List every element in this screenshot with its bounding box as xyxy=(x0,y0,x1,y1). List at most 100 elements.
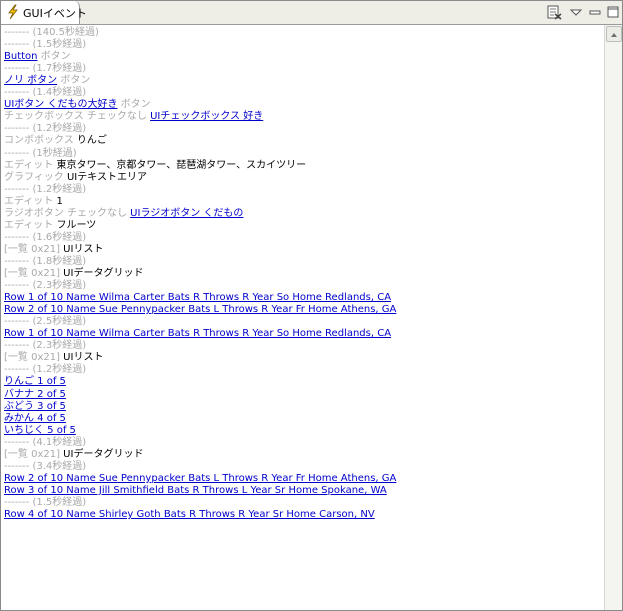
log-line: コンボボックス りんご xyxy=(4,135,107,147)
log-meta-text: エディット xyxy=(4,159,57,171)
log-line: ------- (1.7秒経過) xyxy=(4,63,86,75)
chevron-up-icon xyxy=(611,33,617,37)
log-line: ------- (1.5秒経過) xyxy=(4,39,86,51)
log-value-text: UIデータグリッド xyxy=(63,268,144,279)
clear-console-icon[interactable] xyxy=(546,4,562,20)
log-line: ------- (1.6秒経過) xyxy=(4,232,86,244)
log-value-text: UIリスト xyxy=(63,352,104,364)
log-meta-text: ------- (1.5秒経過) xyxy=(4,39,87,51)
log-meta-text: ------- (2.5秒経過) xyxy=(4,316,87,328)
log-meta-text: コンボボックス xyxy=(4,135,77,147)
log-meta-text: [一覧 0x21] xyxy=(4,268,64,279)
log-line: エディット 1 xyxy=(4,196,63,208)
log-meta-text: ラジオボタン チェックなし xyxy=(4,207,131,219)
minimize-icon[interactable] xyxy=(587,4,603,20)
log-line: ------- (1.2秒経過) xyxy=(4,123,86,135)
gui-events-view: GUIイベント ------- (140.5秒経過) ------- (1.5秒経… xyxy=(0,0,623,611)
log-link[interactable]: Row 4 of 10 Name Shirley Goth Bats R Thr… xyxy=(4,509,375,520)
log-line: ノリ ボタン ボタン xyxy=(4,75,90,87)
log-line: いちじく 5 of 5 xyxy=(4,425,76,437)
log-meta-text: ------- (4.1秒経過) xyxy=(4,436,87,448)
log-meta-text: ------- (1.5秒経過) xyxy=(4,496,87,508)
log-line: ------- (1.2秒経過) xyxy=(4,184,86,196)
log-line: Row 2 of 10 Name Sue Pennypacker Bats L … xyxy=(4,304,396,316)
log-line: ------- (2.5秒経過) xyxy=(4,316,86,328)
log-link[interactable]: Row 1 of 10 Name Wilma Carter Bats R Thr… xyxy=(4,292,391,303)
tab-gui-events[interactable]: GUIイベント xyxy=(1,1,87,24)
log-value-text: りんご xyxy=(76,135,107,147)
log-line: バナナ 2 of 5 xyxy=(4,389,66,401)
log-link[interactable]: ぶどう 3 of 5 xyxy=(4,401,66,412)
log-line: Row 2 of 10 Name Sue Pennypacker Bats L … xyxy=(4,473,396,485)
log-meta-text: ボタン xyxy=(37,51,71,63)
log-meta-text: [一覧 0x21] xyxy=(4,448,64,460)
log-link[interactable]: りんご 1 of 5 xyxy=(4,376,66,387)
log-meta-text: ボタン xyxy=(57,75,91,87)
log-meta-text: ------- (1秒経過) xyxy=(4,147,77,159)
log-line: ------- (1.8秒経過) xyxy=(4,256,86,268)
log-line: ------- (4.1秒経過) xyxy=(4,437,86,449)
log-line: エディット フルーツ xyxy=(4,220,96,232)
log-meta-text: [一覧 0x21] xyxy=(4,243,64,255)
log-line: UIボタン くだもの大好き ボタン xyxy=(4,99,151,111)
log-line: エディット 東京タワー、京都タワー、琵琶湖タワー、スカイツリー xyxy=(4,160,306,172)
log-line: ぶどう 3 of 5 xyxy=(4,401,66,413)
log-link[interactable]: Row 2 of 10 Name Sue Pennypacker Bats L … xyxy=(4,304,396,315)
log-meta-text: ------- (1.2秒経過) xyxy=(4,364,87,376)
log-value-text: 1 xyxy=(56,195,63,207)
log-link[interactable]: みかん 4 of 5 xyxy=(4,413,66,424)
log-line: Button ボタン xyxy=(4,51,71,63)
log-line: ------- (1.4秒経過) xyxy=(4,87,86,99)
log-meta-text: ------- (2.3秒経過) xyxy=(4,280,87,292)
log-line: [一覧 0x21] UIデータグリッド xyxy=(4,449,143,461)
log-line: Row 1 of 10 Name Wilma Carter Bats R Thr… xyxy=(4,328,391,340)
view-menu-icon[interactable] xyxy=(568,4,584,20)
log-meta-text: エディット xyxy=(4,219,57,231)
log-line: グラフィック UIテキストエリア xyxy=(4,172,147,184)
log-link[interactable]: UIチェックボックス 好き xyxy=(150,111,263,122)
log-link[interactable]: ノリ ボタン xyxy=(4,75,57,86)
log-meta-text: [一覧 0x21] xyxy=(4,352,64,364)
maximize-icon[interactable] xyxy=(605,4,621,20)
log-meta-text: ------- (3.4秒経過) xyxy=(4,460,87,472)
log-line: [一覧 0x21] UIリスト xyxy=(4,352,103,364)
lightning-icon xyxy=(8,4,18,20)
log-line: ------- (1秒経過) xyxy=(4,148,77,160)
log-meta-text: ------- (1.2秒経過) xyxy=(4,183,87,195)
tab-title: GUIイベント xyxy=(23,7,87,20)
log-meta-text: ------- (1.4秒経過) xyxy=(4,87,87,99)
log-line: ラジオボタン チェックなし UIラジオボタン くだもの xyxy=(4,208,243,220)
log-value-text: UIリスト xyxy=(63,243,104,255)
log-link[interactable]: UIボタン くだもの大好き xyxy=(4,99,117,110)
log-value-text: UIテキストエリア xyxy=(66,171,147,183)
log-line: ------- (2.3秒経過) xyxy=(4,280,86,292)
log-line: [一覧 0x21] UIデータグリッド xyxy=(4,268,143,280)
event-log: ------- (140.5秒経過) ------- (1.5秒経過) Button… xyxy=(2,25,604,610)
log-meta-text: ------- (2.3秒経過) xyxy=(4,340,87,352)
log-meta-text: グラフィック xyxy=(4,171,67,183)
log-line: みかん 4 of 5 xyxy=(4,413,66,425)
log-link[interactable]: Row 1 of 10 Name Wilma Carter Bats R Thr… xyxy=(4,328,391,339)
log-line: Row 3 of 10 Name Jill Smithfield Bats R … xyxy=(4,485,387,497)
log-line: りんご 1 of 5 xyxy=(4,376,66,388)
log-line: ------- (2.3秒経過) xyxy=(4,340,86,352)
log-meta-text: ------- (1.6秒経過) xyxy=(4,231,87,243)
log-link[interactable]: バナナ 2 of 5 xyxy=(4,389,66,400)
log-line: ------- (140.5秒経過) xyxy=(4,27,99,39)
log-link[interactable]: Button xyxy=(4,51,38,62)
log-line: Row 4 of 10 Name Shirley Goth Bats R Thr… xyxy=(4,509,375,521)
log-meta-text: ------- (1.2秒経過) xyxy=(4,123,87,135)
log-line: ------- (1.2秒経過) xyxy=(4,364,86,376)
log-line: Row 1 of 10 Name Wilma Carter Bats R Thr… xyxy=(4,292,391,304)
log-link[interactable]: Row 2 of 10 Name Sue Pennypacker Bats L … xyxy=(4,473,396,484)
log-value-text: 東京タワー、京都タワー、琵琶湖タワー、スカイツリー xyxy=(56,159,307,171)
log-line: チェックボックス チェックなし UIチェックボックス 好き xyxy=(4,111,263,123)
log-meta-text: ------- (1.8秒経過) xyxy=(4,255,87,267)
log-link[interactable]: いちじく 5 of 5 xyxy=(4,425,76,436)
tab-bar: GUIイベント xyxy=(1,1,622,25)
vertical-scrollbar[interactable] xyxy=(604,25,622,610)
scroll-up-button[interactable] xyxy=(606,26,622,42)
log-link[interactable]: UIラジオボタン くだもの xyxy=(130,208,243,219)
log-meta-text: ------- (1.7秒経過) xyxy=(4,63,87,75)
log-link[interactable]: Row 3 of 10 Name Jill Smithfield Bats R … xyxy=(4,485,387,496)
